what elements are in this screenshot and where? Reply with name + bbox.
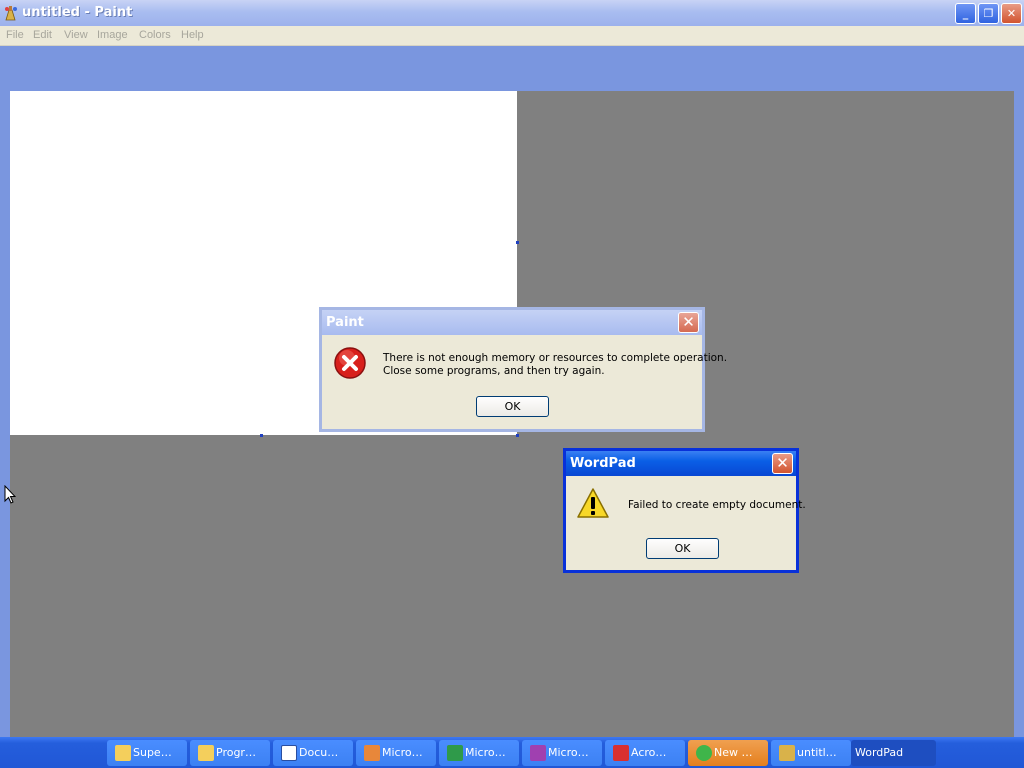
- taskbar-item[interactable]: Micro…: [522, 740, 602, 766]
- taskbar-item[interactable]: New …: [688, 740, 768, 766]
- taskbar: Supe… Progr… Docu… Micro… Micro… Micro… …: [0, 737, 1024, 768]
- menu-colors[interactable]: Colors: [139, 29, 171, 41]
- dialog-close-button[interactable]: ✕: [772, 453, 793, 474]
- resize-handle-right[interactable]: [516, 241, 519, 244]
- menu-view[interactable]: View: [64, 29, 88, 41]
- taskbar-item[interactable]: Progr…: [190, 740, 270, 766]
- taskbar-item[interactable]: Micro…: [439, 740, 519, 766]
- dialog-title[interactable]: WordPad: [566, 451, 796, 476]
- ok-button[interactable]: OK: [476, 396, 549, 417]
- menu-bar: File Edit View Image Colors Help: [0, 26, 1024, 46]
- minimize-button[interactable]: _: [955, 3, 976, 24]
- menu-help[interactable]: Help: [181, 29, 204, 41]
- ok-button[interactable]: OK: [646, 538, 719, 559]
- dialog-close-button[interactable]: ✕: [678, 312, 699, 333]
- window-title: untitled - Paint: [22, 5, 133, 20]
- error-message-line1: There is not enough memory or resources …: [383, 352, 728, 364]
- acrobat-icon: [613, 745, 629, 761]
- taskbar-item[interactable]: Acro…: [605, 740, 685, 766]
- messenger-icon: [696, 745, 712, 761]
- taskbar-item-label: untitl…: [797, 746, 837, 759]
- close-button[interactable]: ✕: [1001, 3, 1022, 24]
- warning-icon: [577, 488, 609, 518]
- taskbar-item[interactable]: untitl…: [771, 740, 851, 766]
- menu-file[interactable]: File: [6, 29, 24, 41]
- resize-handle-bottom[interactable]: [260, 434, 263, 437]
- powerpoint-icon: [364, 745, 380, 761]
- taskbar-item-wordpad[interactable]: WordPad: [851, 740, 936, 766]
- folder-icon: [115, 745, 131, 761]
- excel-icon: [447, 745, 463, 761]
- taskbar-item[interactable]: Micro…: [356, 740, 436, 766]
- taskbar-item-label: New …: [714, 746, 753, 759]
- dialog-title[interactable]: Paint: [322, 310, 702, 335]
- resize-handle-corner[interactable]: [516, 434, 519, 437]
- mouse-cursor-icon: [4, 485, 16, 504]
- wordpad-warning-dialog: WordPad ✕ Failed to create empty documen…: [563, 448, 806, 573]
- restore-button[interactable]: ❐: [978, 3, 999, 24]
- window-titlebar[interactable]: untitled - Paint _ ❐ ✕: [0, 0, 1024, 26]
- taskbar-item-label: Micro…: [382, 746, 423, 759]
- taskbar-item-label: Acro…: [631, 746, 667, 759]
- paint-app-icon: [5, 6, 17, 21]
- menu-image[interactable]: Image: [97, 29, 128, 41]
- taskbar-item[interactable]: Supe…: [107, 740, 187, 766]
- onenote-icon: [530, 745, 546, 761]
- taskbar-item[interactable]: Docu…: [273, 740, 353, 766]
- paint-error-dialog: Paint ✕ There is not enough memory or re…: [319, 307, 727, 432]
- warning-message: Failed to create empty document.: [628, 499, 806, 511]
- taskbar-item-label: Supe…: [133, 746, 172, 759]
- taskbar-item-label: WordPad: [855, 746, 904, 759]
- menu-edit[interactable]: Edit: [33, 29, 52, 41]
- taskbar-item-label: Progr…: [216, 746, 256, 759]
- paint-icon: [779, 745, 795, 761]
- word-icon: [281, 745, 297, 761]
- error-icon: [334, 347, 366, 379]
- error-message-line2: Close some programs, and then try again.: [383, 365, 605, 377]
- taskbar-item-label: Micro…: [548, 746, 589, 759]
- folder-icon: [198, 745, 214, 761]
- taskbar-item-label: Micro…: [465, 746, 506, 759]
- taskbar-item-label: Docu…: [299, 746, 339, 759]
